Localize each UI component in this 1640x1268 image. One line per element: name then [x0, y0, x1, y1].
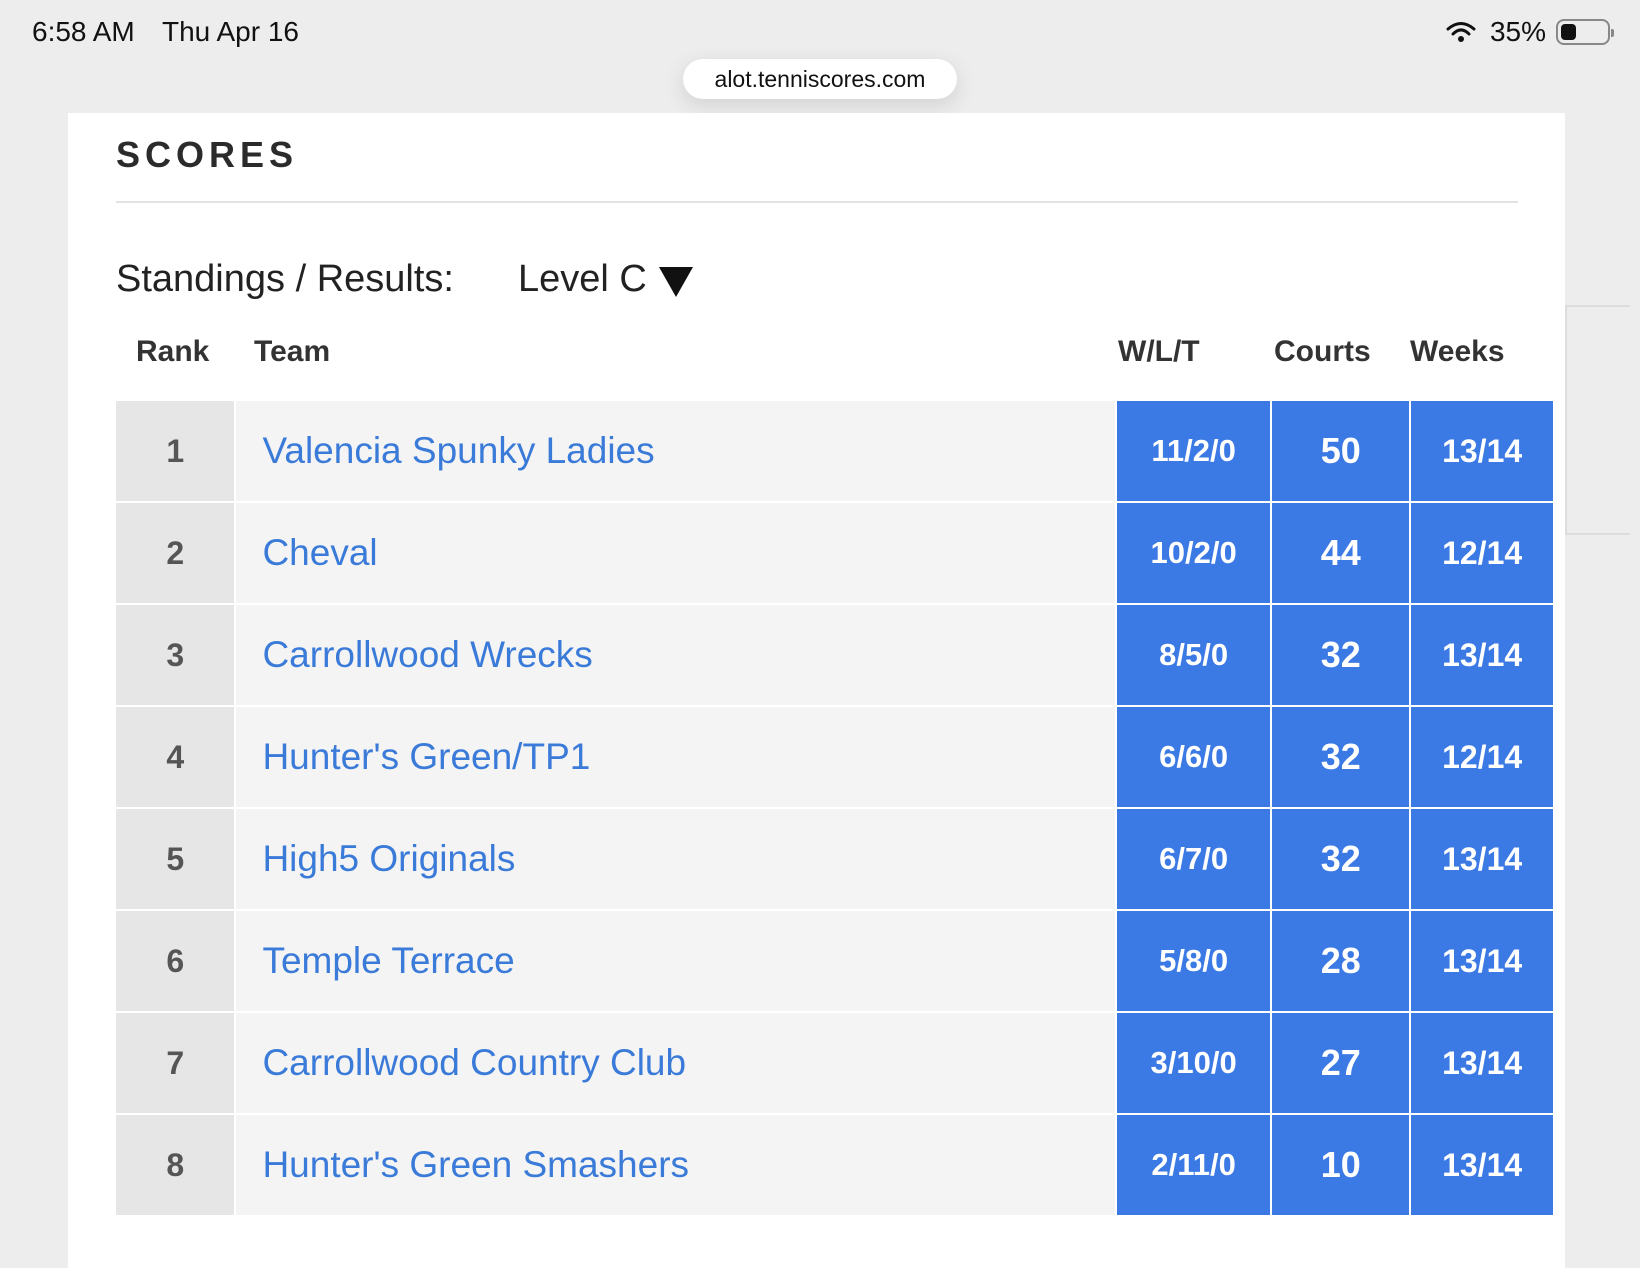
team-link[interactable]: Hunter's Green Smashers [234, 1115, 1115, 1215]
column-header-rank: Rank [136, 335, 210, 368]
battery-percent: 35% [1489, 16, 1546, 47]
weeks-cell: 13/14 [1409, 605, 1553, 705]
courts-cell: 32 [1270, 809, 1410, 909]
rank-cell: 8 [116, 1115, 235, 1215]
wlt-cell: 6/7/0 [1114, 809, 1271, 909]
weeks-cell: 12/14 [1409, 707, 1553, 807]
status-bar: 6:58 AM Thu Apr 16 35% [0, 0, 1640, 62]
weeks-cell: 13/14 [1409, 1013, 1553, 1113]
team-link[interactable]: Temple Terrace [234, 911, 1115, 1011]
courts-cell: 50 [1270, 401, 1410, 501]
wlt-cell: 10/2/0 [1114, 503, 1271, 603]
title-divider [116, 201, 1518, 203]
status-date: Thu Apr 16 [162, 16, 299, 47]
courts-cell: 32 [1270, 707, 1410, 807]
wlt-cell: 2/11/0 [1114, 1115, 1271, 1215]
weeks-cell: 13/14 [1409, 1115, 1553, 1215]
rank-cell: 4 [116, 707, 235, 807]
rank-cell: 7 [116, 1013, 235, 1113]
courts-cell: 44 [1270, 503, 1410, 603]
standings-label: Standings / Results: [116, 258, 454, 300]
url-bar[interactable]: alot.tenniscores.com [683, 59, 957, 99]
courts-cell: 27 [1270, 1013, 1410, 1113]
table-row: 7 Carrollwood Country Club 3/10/0 27 13/… [116, 1013, 1553, 1115]
wlt-cell: 6/6/0 [1114, 707, 1271, 807]
adjacent-panel-edge [1565, 305, 1630, 535]
weeks-cell: 13/14 [1409, 911, 1553, 1011]
table-row: 5 High5 Originals 6/7/0 32 13/14 [116, 809, 1553, 911]
page-title: SCORES [116, 134, 299, 175]
team-link[interactable]: Cheval [234, 503, 1115, 603]
page-content: SCORES Standings / Results: Level C Rank… [68, 113, 1565, 1268]
table-row: 3 Carrollwood Wrecks 8/5/0 32 13/14 [116, 605, 1553, 707]
rank-cell: 6 [116, 911, 235, 1011]
wlt-cell: 5/8/0 [1114, 911, 1271, 1011]
status-indicators: 35% [1446, 16, 1614, 48]
rank-cell: 1 [116, 401, 235, 501]
rank-cell: 3 [116, 605, 235, 705]
wlt-cell: 3/10/0 [1114, 1013, 1271, 1113]
team-link[interactable]: Hunter's Green/TP1 [234, 707, 1115, 807]
rank-cell: 5 [116, 809, 235, 909]
wlt-cell: 8/5/0 [1114, 605, 1271, 705]
team-link[interactable]: High5 Originals [234, 809, 1115, 909]
standings-table: 1 Valencia Spunky Ladies 11/2/0 50 13/14… [116, 401, 1553, 1217]
wlt-cell: 11/2/0 [1114, 401, 1271, 501]
team-link[interactable]: Carrollwood Country Club [234, 1013, 1115, 1113]
team-link[interactable]: Carrollwood Wrecks [234, 605, 1115, 705]
level-dropdown[interactable]: Level C [518, 258, 693, 301]
wifi-icon [1446, 22, 1476, 42]
team-link[interactable]: Valencia Spunky Ladies [234, 401, 1115, 501]
weeks-cell: 13/14 [1409, 809, 1553, 909]
url-text: alot.tenniscores.com [714, 65, 926, 92]
column-header-courts: Courts [1274, 335, 1371, 368]
table-row: 1 Valencia Spunky Ladies 11/2/0 50 13/14 [116, 401, 1553, 503]
battery-fill [1561, 24, 1577, 40]
weeks-cell: 13/14 [1409, 401, 1553, 501]
caret-down-icon [658, 266, 693, 297]
status-time: 6:58 AM [32, 16, 135, 47]
courts-cell: 32 [1270, 605, 1410, 705]
courts-cell: 10 [1270, 1115, 1410, 1215]
table-row: 4 Hunter's Green/TP1 6/6/0 32 12/14 [116, 707, 1553, 809]
level-dropdown-value: Level C [518, 258, 647, 300]
courts-cell: 28 [1270, 911, 1410, 1011]
column-header-weeks: Weeks [1410, 335, 1505, 368]
column-header-team: Team [254, 335, 331, 368]
table-row: 6 Temple Terrace 5/8/0 28 13/14 [116, 911, 1553, 1013]
column-header-wlt: W/L/T [1118, 335, 1200, 368]
table-row: 2 Cheval 10/2/0 44 12/14 [116, 503, 1553, 605]
battery-icon [1556, 19, 1614, 45]
rank-cell: 2 [116, 503, 235, 603]
weeks-cell: 12/14 [1409, 503, 1553, 603]
table-row: 8 Hunter's Green Smashers 2/11/0 10 13/1… [116, 1115, 1553, 1217]
